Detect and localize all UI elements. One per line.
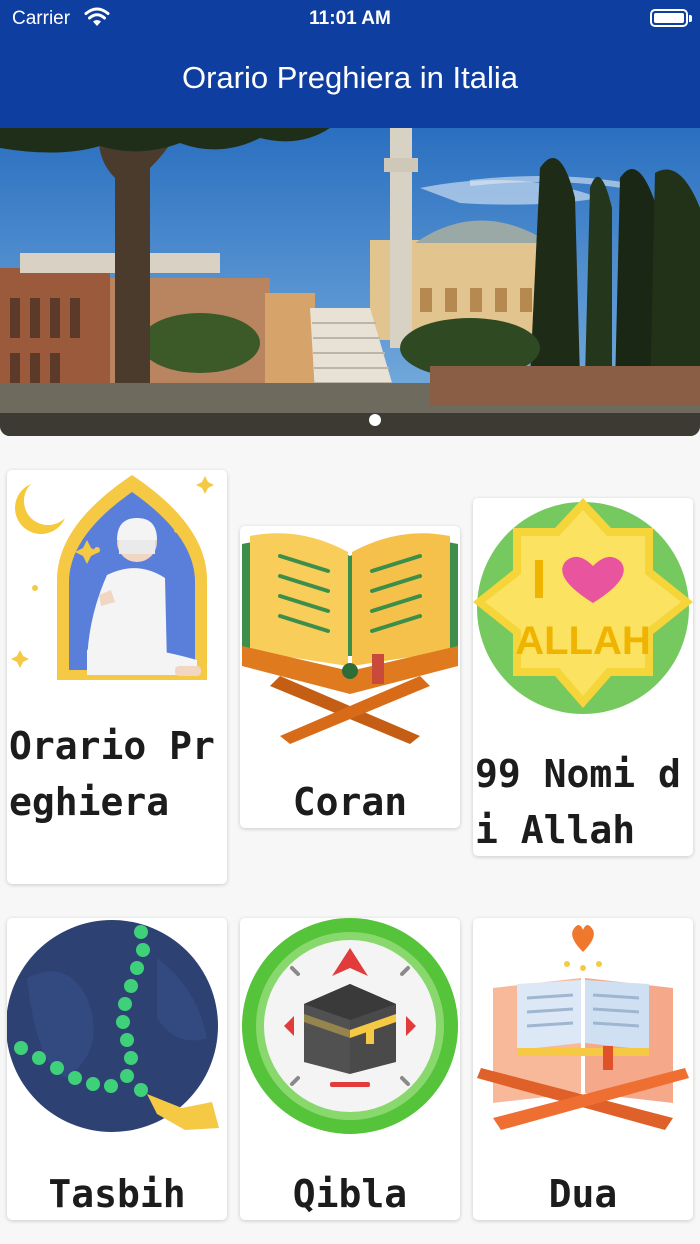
mosque-photo: [0, 128, 700, 436]
carousel-page-indicator[interactable]: [369, 414, 381, 426]
menu-card-label: 99 Nomi di Allah: [475, 752, 681, 852]
menu-card-orario-preghiera[interactable]: Orario Preghiera: [7, 470, 227, 884]
image-carousel[interactable]: [0, 128, 700, 436]
battery-icon: [650, 9, 692, 27]
menu-card-label: Coran: [292, 780, 408, 824]
prayer-man-icon: [11, 475, 214, 680]
quran-book-icon: [242, 533, 458, 744]
i-love-allah-icon: ALLAH: [473, 498, 693, 714]
menu-card-qibla[interactable]: Qibla: [240, 918, 460, 1220]
menu-card-label: Orario Preghiera: [9, 724, 215, 824]
menu-card-tasbih[interactable]: Tasbih: [7, 918, 227, 1220]
page-title: Orario Preghiera in Italia: [182, 60, 518, 95]
status-bar: Carrier 11:01 AM: [0, 6, 700, 32]
menu-card-label: Dua: [548, 1172, 618, 1216]
kaaba-compass-icon: [242, 918, 458, 1134]
menu-card-label: Tasbih: [48, 1172, 186, 1216]
open-book-heart-icon: [477, 925, 689, 1130]
menu-card-dua[interactable]: Dua: [473, 918, 693, 1220]
status-time: 11:01 AM: [309, 8, 391, 29]
menu-card-label: Qibla: [292, 1172, 408, 1216]
menu-card-coran[interactable]: Coran: [240, 526, 460, 828]
svg-text:ALLAH: ALLAH: [515, 619, 651, 663]
navigation-bar: Carrier 11:01 AM Orario Preghiera in Ita…: [0, 0, 700, 128]
menu-card-99-nomi-di-allah[interactable]: ALLAH 99 Nomi di Allah: [473, 498, 693, 856]
prayer-beads-icon: [7, 920, 219, 1132]
